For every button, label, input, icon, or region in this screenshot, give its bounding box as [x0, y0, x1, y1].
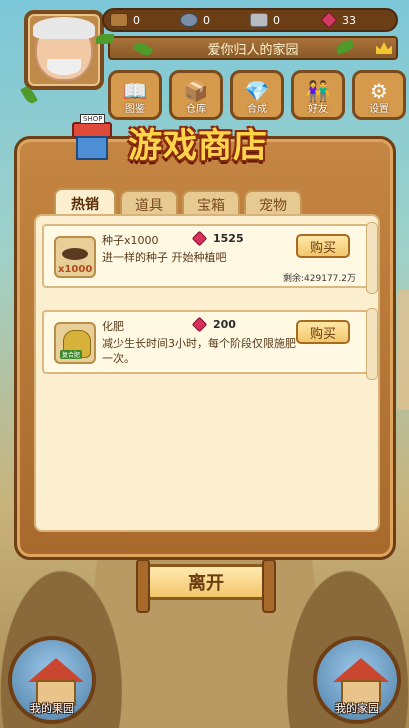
fertilizer-icon: 复合肥 — [54, 322, 96, 364]
wood-icon — [110, 13, 128, 27]
resource-bar: 0 0 0 33 — [102, 8, 398, 32]
wood-count: 0 — [133, 13, 140, 27]
home-name: 爱你归人的家园 — [207, 42, 299, 58]
my-home-button[interactable]: 我的家园 — [313, 636, 401, 724]
crown-icon[interactable] — [376, 42, 392, 54]
gem-icon — [191, 316, 208, 333]
nav-box-button[interactable]: 📦 仓库 — [169, 70, 223, 120]
item-price: 1525 — [191, 230, 244, 247]
gems-icon: 💎 — [244, 79, 270, 103]
ore-icon — [180, 13, 198, 27]
resource-stone: 0 — [250, 13, 320, 27]
buy-button[interactable]: 购买 — [296, 234, 350, 258]
shop-icon-tag: SHOP — [80, 114, 106, 124]
item-name: 化肥 — [102, 320, 124, 333]
shop-icon: SHOP — [70, 114, 114, 162]
item-remaining: 剩余:429177.2万 — [283, 274, 356, 284]
nav-book-button[interactable]: 📖 图鉴 — [108, 70, 162, 120]
item-description: 减少生长时间3小时，每个阶段仅限施肥一次。 — [102, 337, 296, 365]
avatar-face-icon — [33, 17, 95, 81]
my-home-label: 我的家园 — [335, 702, 379, 715]
fertilizer-tag: 复合肥 — [60, 350, 83, 359]
nav-settings-button[interactable]: ⚙ 设置 — [352, 70, 406, 120]
gem-count: 33 — [342, 13, 356, 27]
seed-qty-label: x1000 — [58, 264, 93, 275]
nav-gems-button[interactable]: 💎 合成 — [230, 70, 284, 120]
item-price: 200 — [191, 316, 236, 333]
book-icon: 📖 — [122, 79, 148, 103]
gem-icon — [191, 230, 208, 247]
side-drawer-handle[interactable] — [397, 290, 409, 410]
seed-icon: x1000 — [54, 236, 96, 278]
shop-item-fertilizer: 复合肥 化肥 200 减少生长时间3小时，每个阶段仅限施肥一次。 购买 — [42, 308, 378, 380]
my-orchard-button[interactable]: 我的果园 — [8, 636, 96, 724]
resource-wood: 0 — [110, 13, 180, 27]
item-name: 种子x1000 — [102, 234, 159, 247]
box-icon: 📦 — [183, 79, 209, 103]
item-description: 进一样的种子 开始种植吧 — [102, 251, 227, 264]
shop-title: 游戏商店 — [128, 126, 268, 166]
gear-icon: ⚙ — [370, 79, 388, 103]
resource-gem: 33 — [320, 11, 390, 29]
gem-icon — [320, 11, 338, 29]
leave-button[interactable]: 离开 — [136, 559, 276, 613]
stone-icon — [250, 13, 268, 27]
stone-count: 0 — [273, 13, 280, 27]
nav-friends-button[interactable]: 👫 好友 — [291, 70, 345, 120]
my-orchard-label: 我的果园 — [30, 702, 74, 715]
shop-sign: SHOP 游戏商店 — [66, 114, 300, 174]
leaf-decoration-icon — [96, 34, 114, 44]
item-price-value: 1525 — [213, 232, 244, 245]
ore-count: 0 — [203, 13, 210, 27]
resource-ore: 0 — [180, 13, 250, 27]
item-price-value: 200 — [213, 318, 236, 331]
buy-button[interactable]: 购买 — [296, 320, 350, 344]
friends-icon: 👫 — [305, 79, 331, 103]
top-bar: 0 0 0 33 爱你归人的家园 📖 图鉴 📦 仓库 💎 合成 👫 好友 ⚙ 设… — [0, 0, 409, 120]
avatar[interactable] — [24, 10, 104, 90]
shop-item-seeds: x1000 种子x1000 1525 进一样的种子 开始种植吧 购买 剩余:42… — [42, 222, 378, 294]
